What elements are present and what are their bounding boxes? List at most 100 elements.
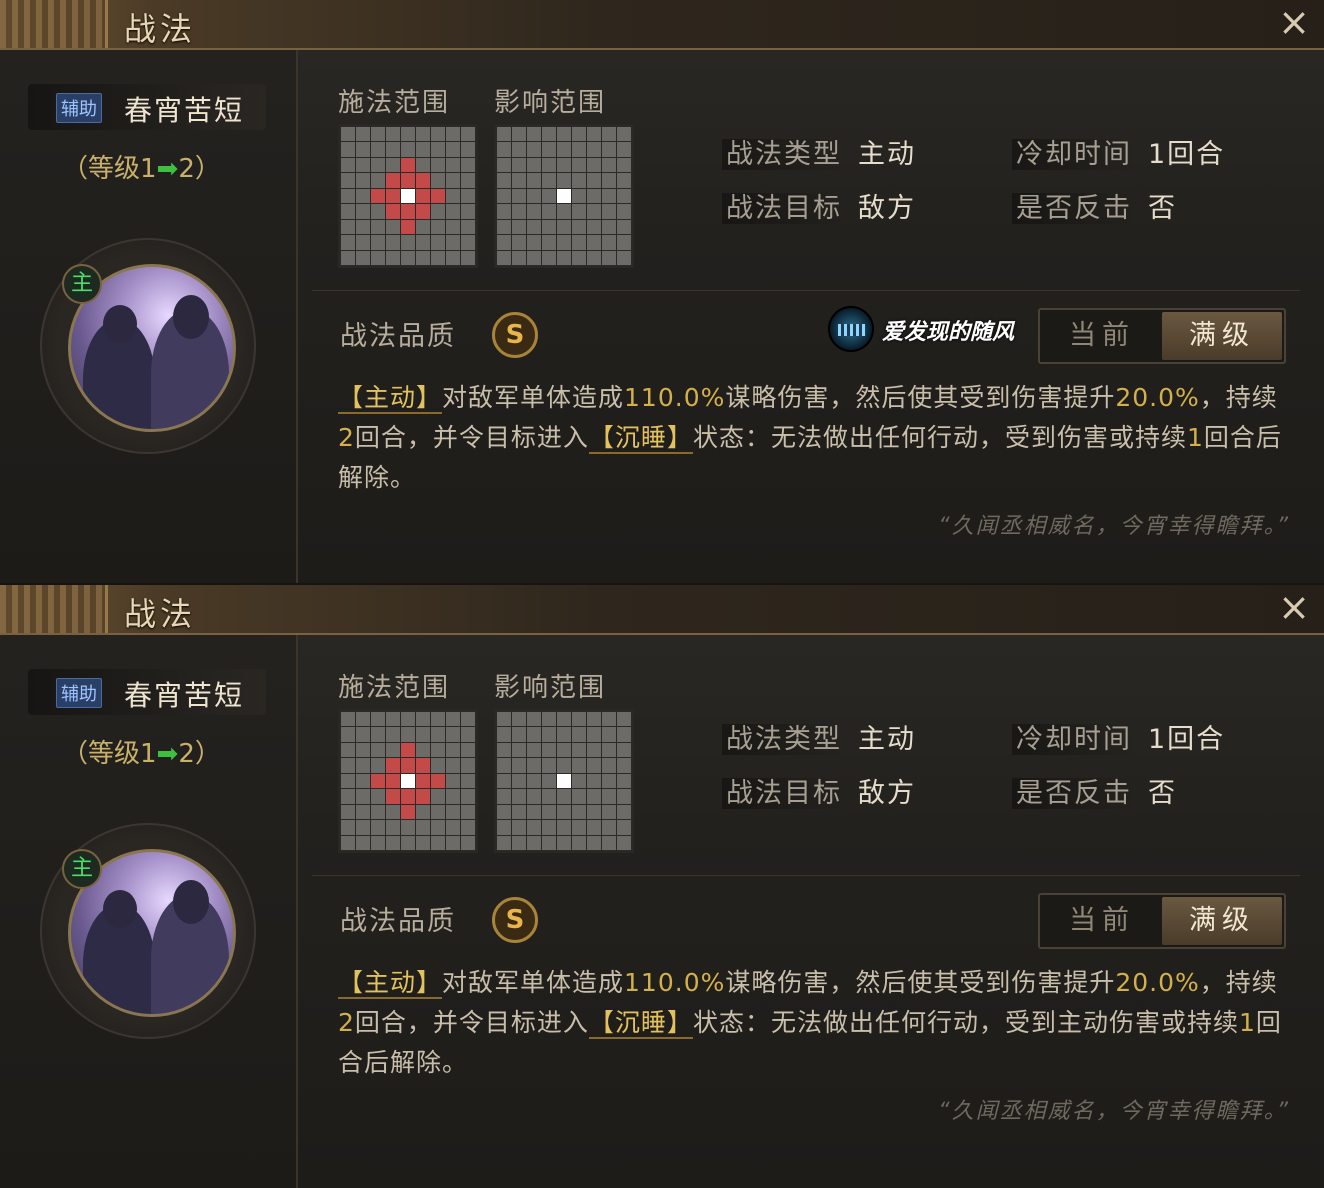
desc-text: 状态：无法做出任何行动，受到伤害或持续 [692, 423, 1187, 452]
range-cell [587, 820, 601, 835]
range-cell [617, 219, 631, 235]
range-cell [356, 204, 370, 219]
range-cell [512, 758, 526, 773]
cast-range: 施法范围 [338, 667, 478, 853]
range-cell-affected [416, 204, 430, 219]
skill-name: 春宵苦短 [124, 94, 245, 127]
range-cell [602, 188, 616, 204]
range-cell [416, 250, 430, 265]
range-cell [557, 820, 571, 835]
range-cell [356, 142, 370, 157]
range-cell [587, 789, 601, 804]
range-cell [587, 157, 601, 173]
range-cell-affected [416, 188, 430, 204]
range-cell [401, 142, 415, 157]
range-cell [401, 727, 415, 742]
range-cell [341, 804, 355, 820]
range-cell [572, 727, 586, 742]
range-cell [527, 204, 541, 219]
range-cell [341, 773, 355, 789]
quality-label: 战法品质 [340, 321, 456, 352]
range-cell [446, 758, 460, 773]
skill-description: 【主动】对敌军单体造成110.0%谋略伤害，然后使其受到伤害提升20.0%，持续… [338, 378, 1288, 498]
range-cell [341, 835, 355, 850]
range-cell [617, 758, 631, 773]
info-target: 战法目标 敌方 [722, 771, 916, 811]
range-cell [572, 142, 586, 157]
range-cell [416, 157, 430, 173]
range-cell [602, 250, 616, 265]
range-cell [497, 712, 511, 727]
toggle-max-button[interactable]: 满级 [1162, 897, 1282, 945]
range-cell [527, 173, 541, 188]
desc-number: 2 [338, 423, 355, 452]
range-cell [557, 835, 571, 850]
range-cell [431, 127, 445, 142]
panel-title: 战法 [124, 10, 197, 48]
skill-name-plate: 辅助 春宵苦短 [28, 84, 266, 130]
info-counter-label: 是否反击 [1012, 778, 1136, 809]
cast-range-label: 施法范围 [338, 88, 451, 118]
toggle-current-button[interactable]: 当前 [1042, 897, 1162, 945]
range-cell [572, 188, 586, 204]
range-cell [557, 157, 571, 173]
cast-range-label: 施法范围 [338, 673, 451, 703]
range-cell [617, 835, 631, 850]
range-cell [461, 758, 475, 773]
range-cell [512, 789, 526, 804]
effect-range: 影响范围 [494, 82, 634, 268]
range-cell [371, 789, 385, 804]
range-cell [572, 712, 586, 727]
range-cell [461, 142, 475, 157]
range-cell [557, 235, 571, 250]
range-cell [356, 835, 370, 850]
range-cell [617, 712, 631, 727]
range-cell [416, 742, 430, 758]
level-suffix: 2） [178, 154, 221, 184]
title-bar: 战法 × [0, 585, 1324, 635]
toggle-max-button[interactable]: 满级 [1162, 312, 1282, 360]
range-cell [617, 250, 631, 265]
range-cell [497, 758, 511, 773]
range-cell [497, 142, 511, 157]
close-icon[interactable]: × [1274, 2, 1314, 42]
range-cell-affected [416, 773, 430, 789]
close-icon[interactable]: × [1274, 587, 1314, 627]
cast-range-grid [338, 124, 478, 268]
range-cell [527, 142, 541, 157]
range-cell [557, 742, 571, 758]
range-cell [512, 835, 526, 850]
title-ornament [0, 0, 108, 48]
skill-sidebar: 辅助 春宵苦短 （等级1➡2） 主 [0, 50, 298, 583]
toggle-current-button[interactable]: 当前 [1042, 312, 1162, 360]
desc-number: 110.0% [624, 968, 726, 997]
range-cell [617, 142, 631, 157]
range-cell [497, 204, 511, 219]
range-cell [446, 142, 460, 157]
cast-range-grid [338, 709, 478, 853]
range-cell [572, 157, 586, 173]
range-cell [572, 742, 586, 758]
range-cell [557, 789, 571, 804]
range-cell [401, 835, 415, 850]
info-counter: 是否反击否 [1012, 771, 1177, 811]
range-cell [341, 250, 355, 265]
desc-text: 状态：无法做出任何行动，受到主动伤害或持续 [692, 1008, 1239, 1037]
range-cell [527, 188, 541, 204]
info-cooldown: 冷却时间 1回合 [1012, 717, 1225, 757]
range-cell-center [401, 773, 415, 789]
range-cell [371, 157, 385, 173]
range-cell [542, 835, 556, 850]
range-cell [572, 758, 586, 773]
range-cell [431, 789, 445, 804]
range-cell [512, 204, 526, 219]
range-cell [527, 773, 541, 789]
range-cell [356, 804, 370, 820]
range-cell [371, 250, 385, 265]
range-cell [461, 235, 475, 250]
range-cell [461, 157, 475, 173]
range-cell [617, 204, 631, 219]
range-cell [542, 188, 556, 204]
range-cell [446, 204, 460, 219]
range-cell [572, 250, 586, 265]
